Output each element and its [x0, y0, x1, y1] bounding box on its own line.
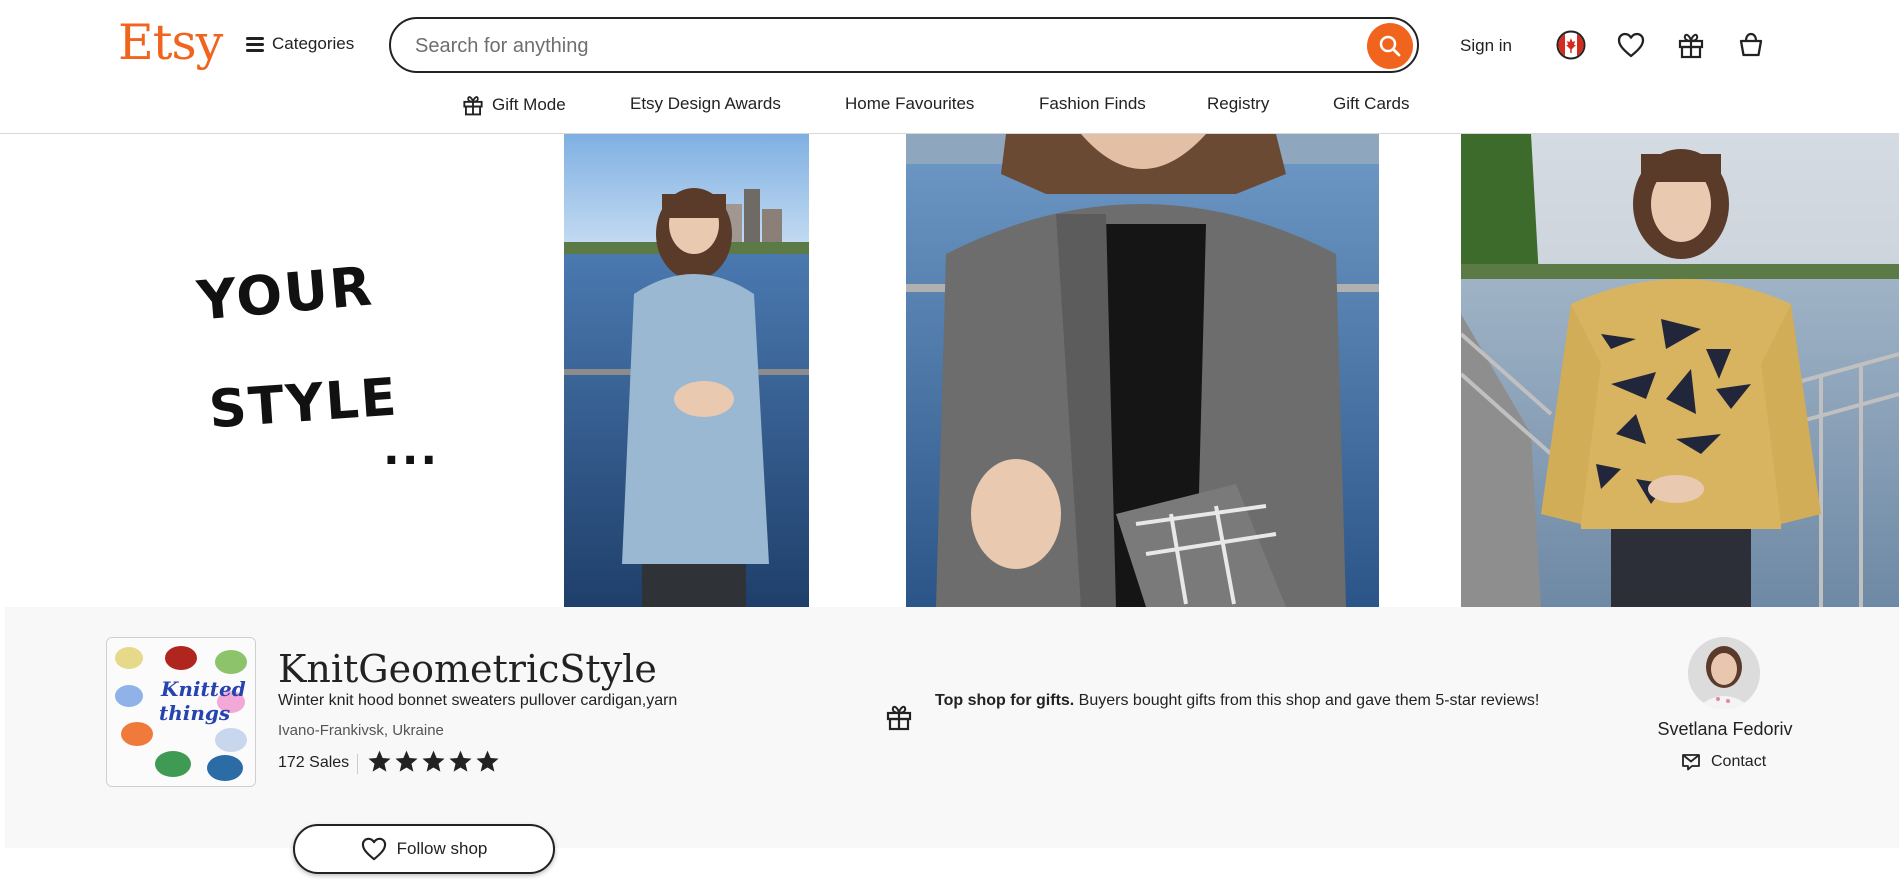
banner-photo-blue-sweater [564, 134, 809, 607]
hamburger-icon [246, 37, 264, 52]
nav-label: Home Favourites [845, 94, 975, 113]
nav-item-fashion-finds[interactable]: Fashion Finds [1039, 94, 1146, 114]
shop-info-bar: Knitted things KnitGeometricStyle Winter… [5, 607, 1899, 848]
shop-name: KnitGeometricStyle [278, 647, 657, 691]
categories-button[interactable]: Categories [246, 34, 354, 54]
banner-photo-mustard-sweater [1461, 134, 1899, 607]
favorites-button[interactable] [1614, 28, 1648, 62]
gift-icon [1678, 33, 1704, 59]
divider [357, 754, 358, 774]
owner-avatar[interactable] [1688, 637, 1760, 709]
search-input[interactable] [413, 31, 1317, 61]
cart-icon [1739, 32, 1763, 57]
gift-notice-text: Buyers bought gifts from this shop and g… [1074, 692, 1540, 709]
gift-icon [463, 96, 483, 116]
owner-name: Svetlana Fedoriv [1657, 719, 1793, 739]
shop-tagline: Winter knit hood bonnet sweaters pullove… [278, 692, 678, 709]
mail-icon [1682, 754, 1700, 771]
follow-shop-button[interactable]: Follow shop [293, 824, 555, 874]
contact-button[interactable]: Contact [1681, 753, 1766, 771]
search-bar [389, 17, 1419, 73]
banner-text-style: STYLE [207, 367, 401, 441]
heart-icon [1617, 32, 1645, 58]
cart-button[interactable] [1734, 28, 1768, 62]
follow-label: Follow shop [396, 839, 488, 858]
shop-banner: YOUR STYLE ... [5, 134, 1899, 607]
star-icon [422, 750, 445, 772]
shop-sales-count: 172 Sales [278, 754, 350, 771]
gift-notice-title: Top shop for gifts. [935, 692, 1075, 709]
nav-label: Fashion Finds [1039, 94, 1146, 113]
contact-label: Contact [1711, 753, 1767, 770]
nav-label: Gift Cards [1333, 94, 1410, 113]
search-icon [1379, 35, 1401, 57]
canada-flag-icon [1556, 30, 1586, 60]
star-icon [395, 750, 418, 772]
nav-item-home-favourites[interactable]: Home Favourites [845, 94, 974, 114]
star-icon [449, 750, 472, 772]
shop-logo-text-2: things [159, 701, 230, 725]
rating-stars[interactable] [367, 749, 500, 774]
shop-location: Ivano-Frankivsk, Ukraine [278, 722, 444, 739]
category-nav: Gift Mode Etsy Design Awards Home Favour… [0, 90, 1899, 120]
categories-label: Categories [272, 34, 355, 53]
banner-photo-grey-cardigan [906, 134, 1379, 607]
star-icon [368, 750, 391, 772]
nav-label: Etsy Design Awards [630, 94, 781, 113]
nav-label: Gift Mode [492, 95, 566, 114]
banner-text-your: YOUR [194, 254, 376, 333]
nav-item-registry[interactable]: Registry [1207, 94, 1269, 114]
nav-item-design-awards[interactable]: Etsy Design Awards [630, 94, 781, 114]
heart-icon [361, 837, 386, 861]
shop-logo[interactable]: Knitted things [106, 637, 256, 787]
site-header: Etsy Categories Sign in [0, 0, 1899, 134]
shop-logo-image: Knitted things [107, 638, 255, 786]
nav-item-gift-cards[interactable]: Gift Cards [1333, 94, 1410, 114]
gift-guide-button[interactable] [1674, 28, 1708, 62]
region-button[interactable] [1554, 28, 1588, 62]
gift-icon [885, 703, 913, 739]
banner-text-dots: ... [383, 424, 440, 475]
shop-logo-text-1: Knitted [160, 677, 246, 701]
nav-item-gift-mode[interactable]: Gift Mode [462, 94, 566, 116]
nav-label: Registry [1207, 94, 1270, 113]
etsy-logo[interactable]: Etsy [118, 14, 223, 71]
star-icon [476, 750, 499, 772]
sign-in-link[interactable]: Sign in [1460, 36, 1512, 56]
search-button[interactable] [1367, 23, 1413, 69]
